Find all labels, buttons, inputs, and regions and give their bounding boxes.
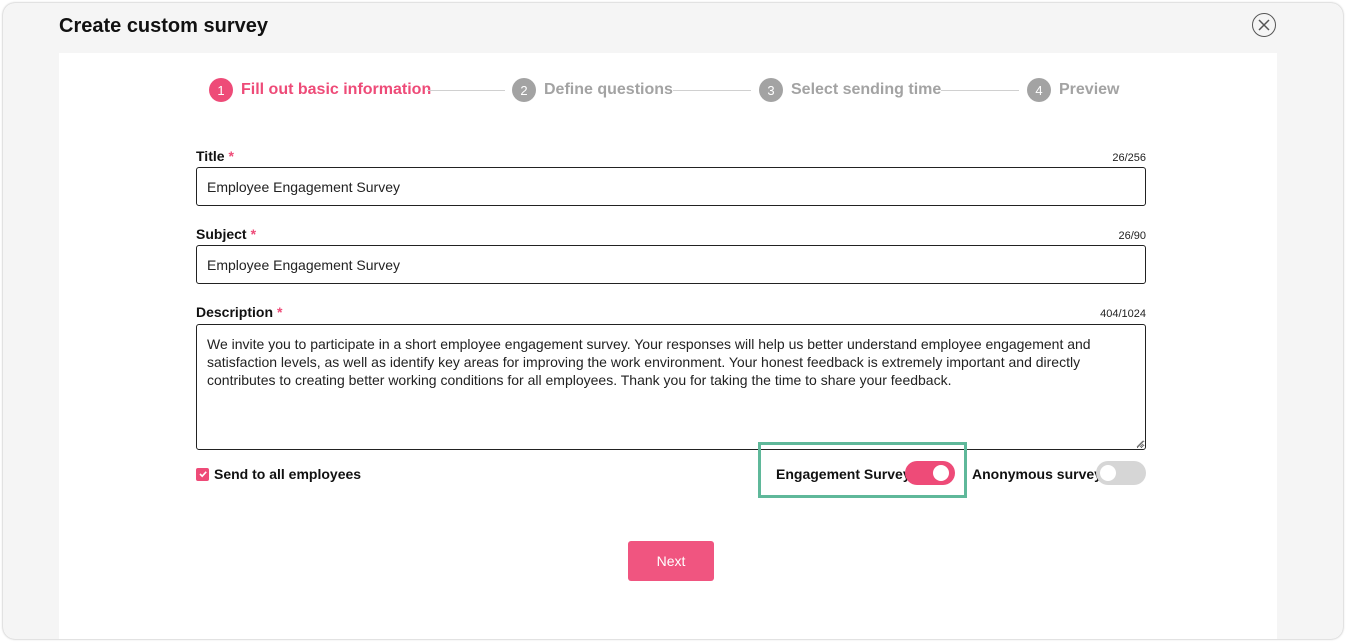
required-mark: * (228, 148, 234, 164)
next-button[interactable]: Next (628, 541, 714, 581)
send-to-all-label: Send to all employees (214, 466, 362, 482)
form-panel: 1 Fill out basic information 2 Define qu… (59, 53, 1277, 639)
title-label-text: Title (196, 148, 225, 164)
step-label: Select sending time (791, 81, 942, 98)
step-label: Define questions (544, 81, 673, 98)
step-number: 3 (759, 78, 783, 102)
survey-dialog: Create custom survey 1 Fill out basic in… (3, 3, 1343, 639)
subject-label-text: Subject (196, 226, 247, 242)
stepper: 1 Fill out basic information 2 Define qu… (59, 53, 1277, 133)
send-to-all-row[interactable]: Send to all employees (196, 466, 361, 482)
step-connector (673, 90, 751, 91)
resize-grip-icon[interactable] (1136, 440, 1144, 448)
step-label: Preview (1059, 81, 1120, 98)
engagement-survey-toggle[interactable] (905, 461, 955, 485)
step-preview[interactable]: 4 Preview (1027, 78, 1119, 102)
required-mark: * (250, 226, 257, 242)
step-connector (941, 90, 1019, 91)
subject-label: Subject * (196, 226, 256, 242)
title-label: Title * (196, 148, 234, 164)
step-select-sending-time[interactable]: 3 Select sending time (759, 78, 941, 102)
dialog-title: Create custom survey (59, 15, 268, 37)
step-number: 4 (1027, 78, 1051, 102)
title-counter: 26/256 (1112, 152, 1146, 164)
description-label-text: Description (196, 304, 274, 320)
required-mark: * (277, 304, 283, 320)
toggle-knob (933, 465, 949, 481)
anonymous-survey-label: Anonymous survey (972, 466, 1102, 482)
step-number: 1 (209, 78, 233, 102)
title-input[interactable] (196, 167, 1146, 206)
send-to-all-checkbox[interactable] (196, 467, 209, 481)
description-textarea[interactable]: We invite you to participate in a short … (196, 324, 1146, 450)
step-fill-basic-info[interactable]: 1 Fill out basic information (209, 78, 431, 102)
description-counter: 404/1024 (1100, 308, 1146, 320)
subject-counter: 26/90 (1118, 230, 1146, 242)
toggle-knob (1100, 465, 1116, 481)
close-button[interactable] (1252, 13, 1276, 37)
close-icon (1258, 19, 1270, 31)
description-label: Description * (196, 304, 282, 320)
checkmark-icon (198, 471, 207, 478)
step-define-questions[interactable]: 2 Define questions (512, 78, 673, 102)
step-number: 2 (512, 78, 536, 102)
subject-input[interactable] (196, 245, 1146, 284)
anonymous-survey-toggle[interactable] (1096, 461, 1146, 485)
step-connector (427, 90, 505, 91)
step-label: Fill out basic information (241, 81, 432, 98)
engagement-survey-label: Engagement Survey (776, 466, 911, 482)
